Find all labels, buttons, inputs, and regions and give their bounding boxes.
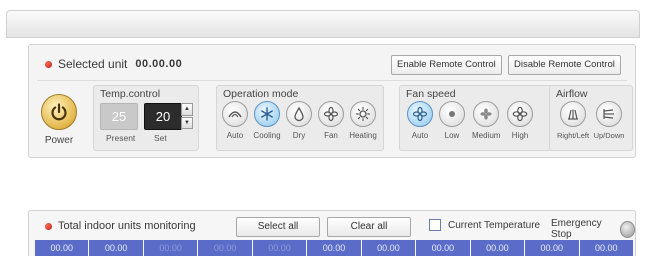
unit-control-panel: Selected unit 00.00.00 Enable Remote Con… xyxy=(28,44,636,158)
current-temperature-toggle[interactable]: Current Temperature xyxy=(429,219,540,231)
fan-medium-label: Medium xyxy=(472,131,501,140)
fan-low-icon xyxy=(449,111,455,117)
swing-vertical-icon xyxy=(603,109,614,119)
temp-control-title: Temp.control xyxy=(100,88,161,100)
droplet-icon xyxy=(294,106,304,122)
temp-up-button[interactable]: ▲ xyxy=(181,103,193,116)
present-label: Present xyxy=(106,133,136,143)
sun-icon xyxy=(355,106,371,122)
power-icon xyxy=(51,103,67,121)
unit-cell[interactable]: 00.00 xyxy=(307,240,361,256)
unit-cell[interactable]: 00.00 xyxy=(525,240,579,256)
window-title-bar xyxy=(6,10,640,38)
unit-status-row: 00.00 00.00 00.00 00.00 00.00 00.00 00.0… xyxy=(35,240,633,256)
unit-cell[interactable]: 00.00 xyxy=(470,240,525,256)
set-temp-stepper: ▲ ▼ xyxy=(181,103,193,129)
mode-dry-button[interactable]: Dry xyxy=(285,101,313,140)
fan-low-button[interactable]: Low xyxy=(438,101,466,140)
current-temperature-checkbox[interactable] xyxy=(429,219,441,231)
enable-remote-control-button[interactable]: Enable Remote Control xyxy=(391,55,502,75)
airflow-up-down-label: Up/Down xyxy=(593,131,625,140)
airflow-group: Airflow Right/Left Up/Down xyxy=(549,85,633,151)
fan-high-button[interactable]: High xyxy=(506,101,534,140)
mode-cooling-label: Cooling xyxy=(253,131,281,140)
power-button[interactable] xyxy=(41,94,77,130)
fan-high-label: High xyxy=(511,131,529,140)
status-led-icon xyxy=(45,222,52,230)
snowflake-icon xyxy=(261,107,273,121)
monitoring-title-row: Total indoor units monitoring xyxy=(45,220,196,232)
emergency-stop[interactable]: Emergency Stop xyxy=(551,218,635,240)
airflow-up-down-button[interactable]: Up/Down xyxy=(592,101,626,140)
unit-cell[interactable]: 00.00 xyxy=(416,240,470,256)
present-temp-display: 25 xyxy=(100,103,138,130)
monitoring-title: Total indoor units monitoring xyxy=(58,220,196,232)
indoor-units-monitoring-panel: Total indoor units monitoring Select all… xyxy=(28,210,636,256)
current-temperature-label: Current Temperature xyxy=(448,219,541,231)
mode-fan-button[interactable]: Fan xyxy=(317,101,345,140)
mode-auto-button[interactable]: Auto xyxy=(221,101,249,140)
unit-cell[interactable]: 00.00 xyxy=(252,240,307,256)
selected-unit-value: 00.00.00 xyxy=(135,58,183,70)
fan-auto-icon xyxy=(412,106,428,122)
operation-mode-title: Operation mode xyxy=(223,88,299,100)
fan-icon xyxy=(323,106,339,122)
mode-cooling-button[interactable]: Cooling xyxy=(253,101,281,140)
select-all-button[interactable]: Select all xyxy=(236,217,320,237)
mode-heating-label: Heating xyxy=(349,131,377,140)
selected-unit-row: Selected unit 00.00.00 xyxy=(45,55,182,73)
unit-cell[interactable]: 00.00 xyxy=(143,240,198,256)
fan-speed-title: Fan speed xyxy=(406,88,456,100)
mode-dry-label: Dry xyxy=(292,131,306,140)
auto-mode-icon xyxy=(228,111,242,118)
fan-speed-group: Fan speed Auto Low Medium High xyxy=(399,85,562,151)
fan-high-icon xyxy=(512,106,528,122)
disable-remote-control-button[interactable]: Disable Remote Control xyxy=(508,55,621,75)
status-led-icon xyxy=(45,60,52,68)
mode-auto-label: Auto xyxy=(226,131,244,140)
fan-medium-icon xyxy=(480,108,492,120)
fan-auto-label: Auto xyxy=(411,131,429,140)
unit-cell[interactable]: 00.00 xyxy=(579,240,633,256)
fan-auto-button[interactable]: Auto xyxy=(406,101,434,140)
set-temp-display[interactable]: 20 xyxy=(144,103,182,130)
fan-low-label: Low xyxy=(444,131,460,140)
set-label: Set xyxy=(154,133,167,143)
temp-down-button[interactable]: ▼ xyxy=(181,116,193,129)
temp-control-group: Temp.control 25 20 ▲ ▼ Present Set xyxy=(93,85,199,151)
power-label: Power xyxy=(44,135,74,146)
operation-mode-group: Operation mode Auto Cooling Dry Fan Heat… xyxy=(216,85,384,151)
mode-fan-label: Fan xyxy=(324,131,338,140)
unit-cell[interactable]: 00.00 xyxy=(198,240,252,256)
airflow-right-left-button[interactable]: Right/Left xyxy=(556,101,590,140)
emergency-stop-label: Emergency Stop xyxy=(551,218,602,240)
fan-medium-button[interactable]: Medium xyxy=(472,101,500,140)
unit-cell[interactable]: 00.00 xyxy=(35,240,89,256)
airflow-title: Airflow xyxy=(556,88,588,100)
emergency-stop-button[interactable] xyxy=(619,220,635,238)
unit-cell[interactable]: 00.00 xyxy=(361,240,416,256)
power-control: Power xyxy=(41,94,77,146)
mode-heating-button[interactable]: Heating xyxy=(349,101,377,140)
clear-all-button[interactable]: Clear all xyxy=(327,217,411,237)
selected-unit-label: Selected unit xyxy=(58,57,128,71)
unit-cell[interactable]: 00.00 xyxy=(89,240,143,256)
panel-divider xyxy=(37,80,627,81)
airflow-right-left-label: Right/Left xyxy=(556,131,590,140)
swing-horizontal-icon xyxy=(568,109,578,120)
